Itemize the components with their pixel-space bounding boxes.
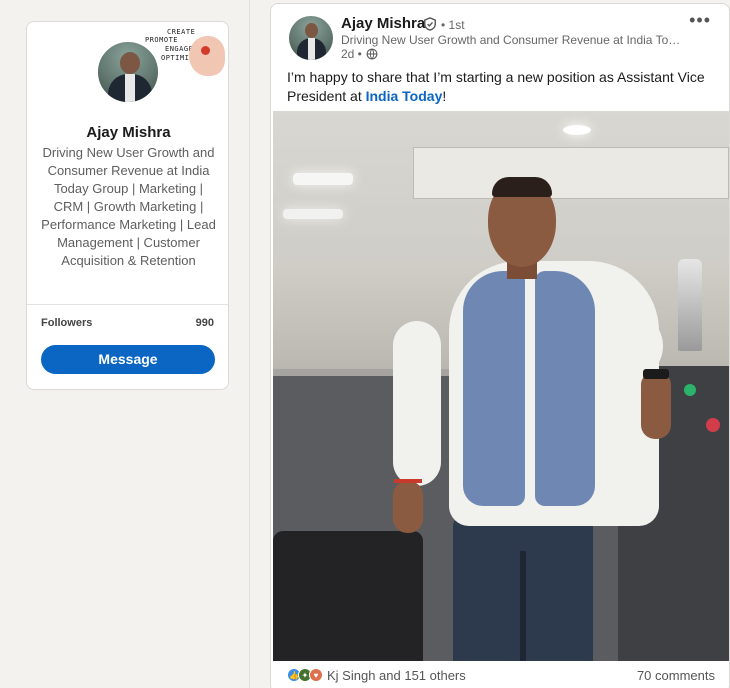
cover-word: PROMOTE xyxy=(145,36,179,44)
followers-count: 990 xyxy=(195,317,214,329)
author-headline: Driving New User Growth and Consumer Rev… xyxy=(341,33,681,47)
post-time: 2d • xyxy=(341,47,362,61)
divider xyxy=(27,304,228,305)
post-photo[interactable] xyxy=(273,111,729,661)
comments-count[interactable]: 70 comments xyxy=(637,668,715,683)
message-button[interactable]: Message xyxy=(41,345,215,374)
post-text-body: I’m happy to share that I’m starting a n… xyxy=(287,69,705,104)
profile-card: CREATE PROMOTE ENGAGE OPTIMIZE Ajay Mish… xyxy=(26,21,229,390)
author-avatar[interactable] xyxy=(289,16,333,60)
reactions-count[interactable]: Kj Singh and 151 others xyxy=(327,668,466,683)
profile-headline: Driving New User Growth and Consumer Rev… xyxy=(41,145,216,268)
avatar[interactable] xyxy=(96,40,160,104)
column-divider xyxy=(249,0,250,688)
globe-icon xyxy=(366,48,378,60)
post-card: Ajay Mishra • 1st Driving New User Growt… xyxy=(270,3,730,688)
connection-degree: • 1st xyxy=(441,18,465,32)
more-options-icon[interactable]: ••• xyxy=(689,10,711,31)
post-text-end: ! xyxy=(442,88,447,104)
followers-label: Followers xyxy=(41,317,93,329)
verified-shield-icon xyxy=(424,17,436,31)
love-icon: ♥ xyxy=(309,668,323,682)
company-mention-link[interactable]: India Today xyxy=(366,88,443,104)
reactions-icons[interactable]: 👍 ✦ ♥ xyxy=(287,668,323,682)
author-name[interactable]: Ajay Mishra xyxy=(341,15,425,32)
hand-graphic xyxy=(189,36,225,76)
post-text: I’m happy to share that I’m starting a n… xyxy=(287,68,717,106)
profile-name[interactable]: Ajay Mishra xyxy=(27,124,228,141)
red-dot-graphic xyxy=(201,46,210,55)
cover-word: CREATE xyxy=(167,28,196,36)
